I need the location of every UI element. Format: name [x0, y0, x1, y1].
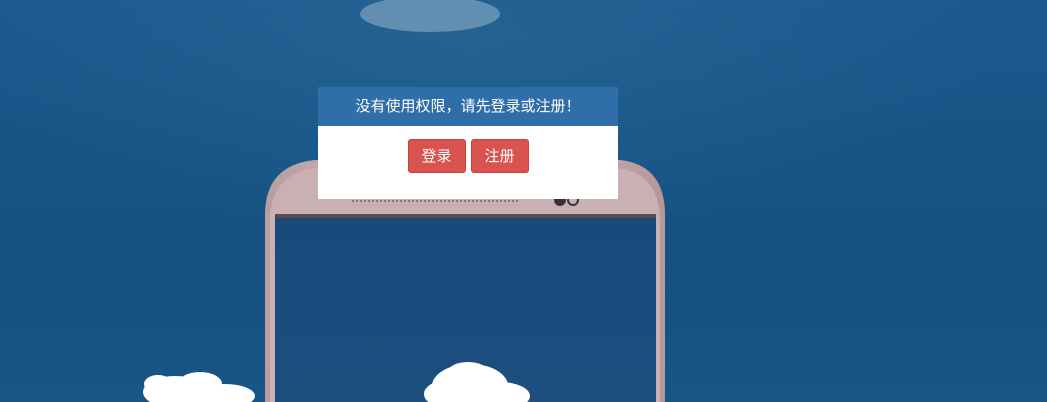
screen-top-edge — [275, 214, 656, 218]
register-button[interactable]: 注册 — [470, 139, 529, 173]
login-button[interactable]: 登录 — [407, 139, 466, 173]
dialog-actions: 登录 注册 — [318, 126, 618, 173]
permission-message: 没有使用权限，请先登录或注册！ — [318, 87, 618, 126]
phone-sky-illustration — [0, 0, 1047, 402]
background-image — [0, 0, 1047, 402]
permission-dialog: 没有使用权限，请先登录或注册！ 登录 注册 — [318, 87, 618, 199]
